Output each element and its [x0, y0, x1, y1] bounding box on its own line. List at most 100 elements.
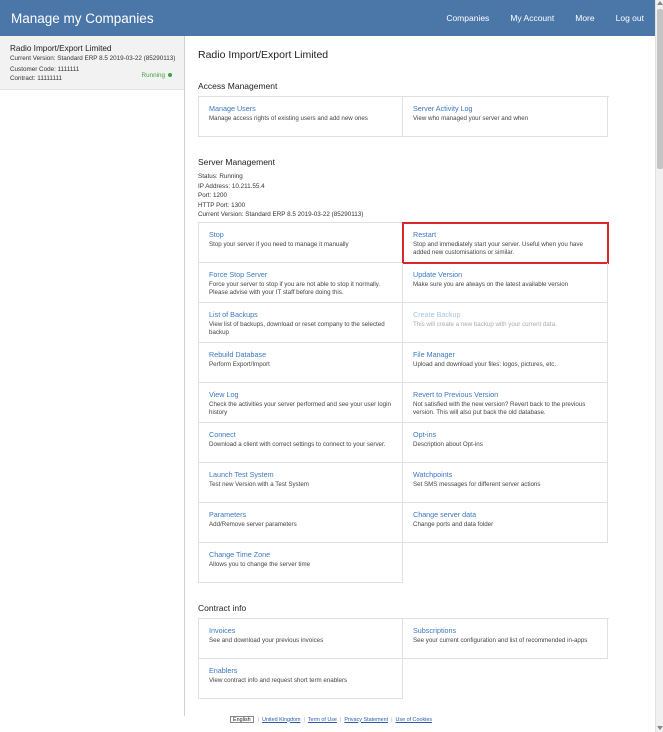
enablers-desc: View contract info and request short ter… — [209, 677, 348, 684]
footer-link-country[interactable]: United Kingdom — [262, 717, 300, 723]
subscriptions-card[interactable]: Subscriptions See your current configura… — [403, 619, 608, 659]
server-http-port: HTTP Port: 1300 — [198, 201, 246, 209]
view-log-link[interactable]: View Log — [209, 390, 392, 399]
restart-link[interactable]: Restart — [413, 230, 597, 239]
stop-desc: Stop your server if you need to manage i… — [209, 241, 349, 248]
change-server-data-link[interactable]: Change server data — [413, 510, 597, 519]
create-backup-desc: This will create a new backup with your … — [413, 321, 557, 328]
manage-users-link[interactable]: Manage Users — [209, 104, 392, 113]
manage-users-desc: Manage access rights of existing users a… — [209, 115, 368, 122]
watchpoints-card[interactable]: Watchpoints Set SMS messages for differe… — [403, 463, 608, 503]
parameters-card[interactable]: Parameters Add/Remove server parameters — [198, 503, 403, 543]
stop-card[interactable]: Stop Stop your server if you need to man… — [198, 223, 403, 263]
opt-ins-card[interactable]: Opt-ins Description about Opt-ins — [403, 423, 608, 463]
force-stop-link[interactable]: Force Stop Server — [209, 270, 392, 279]
scroll-up-icon[interactable] — [657, 1, 663, 5]
revert-version-desc: Not satisfied with the new version? Reve… — [413, 401, 586, 417]
change-time-zone-card[interactable]: Change Time Zone Allows you to change th… — [198, 543, 403, 583]
footer-link-privacy[interactable]: Privacy Statement — [344, 717, 388, 723]
contract-info-heading: Contract info — [198, 603, 247, 613]
footer-separator: | — [391, 716, 393, 723]
enablers-card[interactable]: Enablers View contract info and request … — [198, 659, 403, 699]
launch-test-system-desc: Test new Version with a Test System — [209, 481, 309, 488]
connect-link[interactable]: Connect — [209, 430, 392, 439]
change-time-zone-desc: Allows you to change the server time — [209, 561, 311, 568]
footer-link-terms[interactable]: Term of Use — [308, 717, 337, 723]
access-management-heading: Access Management — [198, 81, 278, 91]
contract-info-grid: Invoices See and download your previous … — [198, 618, 609, 699]
watchpoints-desc: Set SMS messages for different server ac… — [413, 481, 541, 488]
watchpoints-link[interactable]: Watchpoints — [413, 470, 597, 479]
opt-ins-link[interactable]: Opt-ins — [413, 430, 597, 439]
page-title: Radio Import/Export Limited — [198, 49, 329, 61]
status-badge: Running — [142, 72, 172, 79]
footer-separator: | — [303, 716, 305, 723]
create-backup-link: Create Backup — [413, 310, 461, 319]
view-log-desc: Check the activities your server perform… — [209, 401, 391, 417]
revert-version-link[interactable]: Revert to Previous Version — [413, 390, 597, 399]
enablers-link[interactable]: Enablers — [209, 666, 392, 675]
nav-my-account[interactable]: My Account — [510, 13, 554, 23]
create-backup-card: Create Backup This will create a new bac… — [403, 303, 608, 343]
server-status: Status: Running — [198, 173, 243, 180]
list-of-backups-card[interactable]: List of Backups View list of backups, do… — [198, 303, 403, 343]
footer-separator: | — [257, 716, 260, 723]
server-activity-log-card[interactable]: Server Activity Log View who managed you… — [403, 97, 608, 137]
stop-link[interactable]: Stop — [209, 230, 392, 239]
change-server-data-desc: Change ports and data folder — [413, 521, 494, 528]
vertical-scrollbar[interactable] — [655, 0, 663, 732]
language-select[interactable]: English — [230, 716, 254, 723]
launch-test-system-card[interactable]: Launch Test System Test new Version with… — [198, 463, 403, 503]
subscriptions-desc: See your current configuration and list … — [413, 637, 588, 644]
status-text: Running — [141, 72, 165, 79]
file-manager-card[interactable]: File Manager Upload and download your fi… — [403, 343, 608, 383]
scroll-down-icon[interactable] — [657, 726, 663, 730]
brand-title[interactable]: Manage my Companies — [11, 11, 154, 26]
update-version-card[interactable]: Update Version Make sure you are always … — [403, 263, 608, 303]
rebuild-database-desc: Perform Export/Import — [209, 361, 270, 368]
change-server-data-card[interactable]: Change server data Change ports and data… — [403, 503, 608, 543]
connect-card[interactable]: Connect Download a client with correct s… — [198, 423, 403, 463]
company-card[interactable]: Radio Import/Export Limited Current Vers… — [0, 36, 184, 90]
view-log-card[interactable]: View Log Check the activities your serve… — [198, 383, 403, 423]
nav-log-out[interactable]: Log out — [616, 13, 644, 23]
list-of-backups-desc: View list of backups, download or reset … — [209, 321, 385, 337]
company-name: Radio Import/Export Limited — [10, 44, 112, 53]
update-version-link[interactable]: Update Version — [413, 270, 597, 279]
revert-version-card[interactable]: Revert to Previous Version Not satisfied… — [403, 383, 608, 423]
server-management-heading: Server Management — [198, 157, 276, 167]
server-port: Port: 1200 — [198, 192, 228, 200]
footer: English | United Kingdom | Term of Use |… — [230, 716, 435, 723]
status-dot-icon — [168, 73, 172, 78]
list-of-backups-link[interactable]: List of Backups — [209, 310, 392, 319]
invoices-link[interactable]: Invoices — [209, 626, 392, 635]
rebuild-database-card[interactable]: Rebuild Database Perform Export/Import — [198, 343, 403, 383]
server-meta: Status: Running IP Address: 10.211.55.4 … — [198, 172, 363, 220]
file-manager-desc: Upload and download your files: logos, p… — [413, 361, 557, 368]
manage-users-card[interactable]: Manage Users Manage access rights of exi… — [198, 97, 403, 137]
top-nav: Companies My Account More Log out — [425, 13, 644, 23]
scrollbar-thumb[interactable] — [657, 9, 663, 169]
restart-card[interactable]: Restart Stop and immediately start your … — [402, 222, 609, 264]
nav-more[interactable]: More — [575, 13, 594, 23]
opt-ins-desc: Description about Opt-ins — [413, 441, 483, 448]
company-version: Current Version: Standard ERP 8.5 2019-0… — [10, 55, 176, 62]
file-manager-link[interactable]: File Manager — [413, 350, 597, 359]
server-activity-log-link[interactable]: Server Activity Log — [413, 104, 597, 113]
parameters-link[interactable]: Parameters — [209, 510, 392, 519]
change-time-zone-link[interactable]: Change Time Zone — [209, 550, 392, 559]
server-activity-log-desc: View who managed your server and when — [413, 115, 529, 122]
parameters-desc: Add/Remove server parameters — [209, 521, 297, 528]
subscriptions-link[interactable]: Subscriptions — [413, 626, 597, 635]
rebuild-database-link[interactable]: Rebuild Database — [209, 350, 392, 359]
nav-companies[interactable]: Companies — [446, 13, 489, 23]
footer-link-cookies[interactable]: Use of Cookies — [395, 717, 432, 723]
force-stop-card[interactable]: Force Stop Server Force your server to s… — [198, 263, 403, 303]
invoices-desc: See and download your previous invoices — [209, 637, 324, 644]
update-version-desc: Make sure you are always on the latest a… — [413, 281, 569, 288]
invoices-card[interactable]: Invoices See and download your previous … — [198, 619, 403, 659]
server-version: Current Version: Standard ERP 8.5 2019-0… — [198, 211, 364, 219]
connect-desc: Download a client with correct settings … — [209, 441, 386, 448]
launch-test-system-link[interactable]: Launch Test System — [209, 470, 392, 479]
server-management-grid: Stop Stop your server if you need to man… — [198, 222, 609, 583]
